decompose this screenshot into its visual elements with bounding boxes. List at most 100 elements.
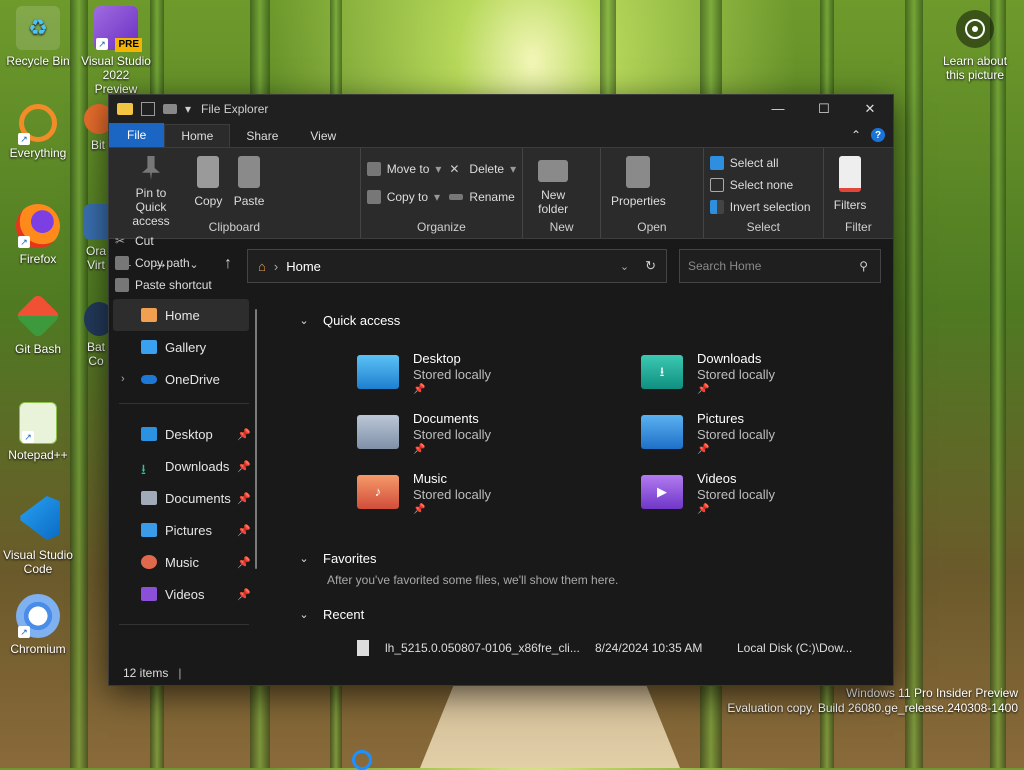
maximize-button[interactable]: ☐ (801, 101, 847, 117)
chevron-down-icon[interactable]: ⌄ (299, 314, 309, 327)
status-divider: | (178, 666, 182, 680)
filters-button[interactable]: Filters (834, 152, 866, 212)
windows-watermark: Windows 11 Pro Insider Preview Evaluatio… (727, 686, 1018, 716)
desktop-icon-bat[interactable]: Bat Co (84, 302, 108, 368)
chevron-down-icon[interactable]: ⌄ (299, 552, 309, 565)
up-icon[interactable]: ↑ (211, 255, 245, 273)
desktop-icon-notepad-plus-plus[interactable]: ↗ Notepad++ (2, 402, 74, 462)
delete-button[interactable]: ✕ Delete ▾ (449, 158, 516, 180)
desktop-icon-git-bash[interactable]: Git Bash (2, 293, 74, 356)
sidebar-scrollbar[interactable] (255, 309, 257, 569)
invert-selection-button[interactable]: Invert selection (709, 196, 817, 218)
watermark-line1: Windows 11 Pro Insider Preview (846, 686, 1018, 700)
copy-path-icon (115, 256, 129, 270)
paste-shortcut-button[interactable]: Paste shortcut (115, 274, 212, 296)
desktop-icon-label: Git Bash (14, 342, 62, 356)
refresh-icon[interactable]: ↻ (645, 258, 656, 274)
sidebar-item-gallery[interactable]: Gallery (109, 331, 259, 363)
recent-file-location: Local Disk (C:)\Dow... (737, 641, 853, 655)
desktop-icon-firefox[interactable]: ↗ Firefox (2, 204, 74, 266)
search-input[interactable]: Search Home ⚲ (679, 249, 881, 283)
section-favorites[interactable]: ⌄ Favorites (299, 547, 883, 569)
music-icon (141, 555, 157, 569)
desktop-icon-visual-studio[interactable]: PRE ↗ Visual Studio 2022 Preview (80, 6, 152, 96)
recent-file-row[interactable]: lh_5215.0.050807-0106_x86fre_cli... 8/24… (357, 635, 883, 661)
tab-home[interactable]: Home (164, 124, 231, 147)
quick-access-item[interactable]: Desktop Stored locally 📌 (357, 351, 627, 411)
rename-button[interactable]: Rename (449, 186, 516, 208)
pin-icon[interactable]: 📌 (237, 492, 251, 505)
sidebar-item-onedrive[interactable]: › OneDrive (109, 363, 259, 395)
pin-icon[interactable]: 📌 (237, 428, 251, 441)
desktop-icon-everything[interactable]: ↗ Everything (2, 104, 74, 160)
section-quick-access[interactable]: ⌄ Quick access (299, 309, 883, 331)
sidebar-item-desktop[interactable]: Desktop 📌 (109, 418, 259, 450)
tab-view[interactable]: View (294, 125, 352, 147)
desktop-icon-oracle-virtualbox[interactable]: Ora Virt (84, 204, 108, 272)
group-open: Properties Open (601, 148, 704, 238)
pin-quick-access-button[interactable]: Pin to Quick access (119, 152, 183, 228)
sidebar-item-home[interactable]: Home (113, 299, 249, 331)
desktop-icon-recycle-bin[interactable]: ♻ Recycle Bin (2, 6, 74, 68)
firefox-icon: ↗ (16, 204, 60, 248)
tab-share[interactable]: Share (230, 125, 294, 147)
quick-access-item[interactable]: ▶ Videos Stored locally 📌 (641, 471, 893, 531)
folder-app-icon (117, 103, 133, 115)
quick-access-item[interactable]: Pictures Stored locally 📌 (641, 411, 893, 471)
pin-icon (142, 156, 160, 180)
rename-icon (449, 194, 464, 200)
minimize-button[interactable]: — (755, 101, 801, 117)
select-none-button[interactable]: Select none (709, 174, 817, 196)
close-button[interactable]: ✕ (847, 101, 893, 117)
music-folder-icon: ♪ (357, 475, 399, 509)
tab-file[interactable]: File (109, 123, 165, 147)
pin-icon[interactable]: 📌 (237, 524, 251, 537)
address-dropdown-icon[interactable]: ⌄ (620, 260, 629, 273)
desktop-icon-chromium[interactable]: ↗ Chromium (2, 594, 74, 656)
quick-access-toolbar-properties-icon[interactable] (141, 102, 155, 116)
new-folder-icon (538, 160, 569, 182)
quick-access-item[interactable]: ♪ Music Stored locally 📌 (357, 471, 627, 531)
help-icon[interactable]: ? (871, 128, 885, 142)
learn-about-picture[interactable]: Learn about this picture (936, 10, 1014, 82)
pin-icon[interactable]: 📌 (237, 460, 251, 473)
quick-access-toolbar-newfolder-icon[interactable] (163, 104, 177, 114)
group-filter: Filters Filter (824, 148, 893, 238)
learn-label: Learn about this picture (942, 54, 1008, 82)
title-bar[interactable]: ▾ File Explorer — ☐ ✕ (109, 95, 893, 123)
address-bar[interactable]: ⌂ › Home ⌄ ↻ (247, 249, 667, 283)
copy-path-button[interactable]: Copy path (115, 252, 212, 274)
sidebar-item-pictures[interactable]: Pictures 📌 (109, 514, 259, 546)
documents-icon (141, 491, 157, 505)
move-to-button[interactable]: Move to ▾ (366, 158, 441, 180)
quick-access-item[interactable]: ⭳ Downloads Stored locally 📌 (641, 351, 893, 411)
pin-icon: 📌 (413, 504, 426, 515)
breadcrumb[interactable]: Home (286, 259, 321, 274)
sidebar-item-music[interactable]: Music 📌 (109, 546, 259, 578)
pin-icon[interactable]: 📌 (237, 556, 251, 569)
content-pane: ⌄ Quick access Desktop Stored locally 📌 ⭳ … (267, 299, 883, 659)
select-all-button[interactable]: Select all (709, 152, 817, 174)
paste-button[interactable]: Paste (234, 152, 264, 208)
desktop-icon-vscode[interactable]: Visual Studio Code (2, 496, 74, 576)
sidebar-item-downloads[interactable]: ⭳ Downloads 📌 (109, 450, 259, 482)
sidebar-item-documents[interactable]: Documents 📌 (109, 482, 259, 514)
quick-access-item[interactable]: Documents Stored locally 📌 (357, 411, 627, 471)
properties-icon (626, 156, 651, 188)
search-placeholder: Search Home (688, 259, 762, 273)
copy-to-button[interactable]: Copy to ▾ (366, 186, 442, 208)
window-title: File Explorer (201, 102, 269, 116)
new-folder-button[interactable]: New folder (533, 152, 573, 216)
collapse-ribbon-icon[interactable]: ⌃ (851, 128, 861, 142)
quick-access-dropdown-icon[interactable]: ▾ (185, 102, 191, 116)
pin-icon[interactable]: 📌 (237, 588, 251, 601)
videos-folder-icon: ▶ (641, 475, 683, 509)
sidebar-item-videos[interactable]: Videos 📌 (109, 578, 259, 610)
properties-button[interactable]: Properties (611, 152, 666, 208)
copy-button[interactable]: Copy (194, 152, 222, 208)
chevron-down-icon[interactable]: ⌄ (299, 608, 309, 621)
ribbon-tabs: File Home Share View ⌃ ? (109, 123, 893, 147)
virtualbox-icon (84, 204, 108, 240)
section-recent[interactable]: ⌄ Recent (299, 603, 883, 625)
expand-chevron-icon[interactable]: › (121, 373, 125, 385)
